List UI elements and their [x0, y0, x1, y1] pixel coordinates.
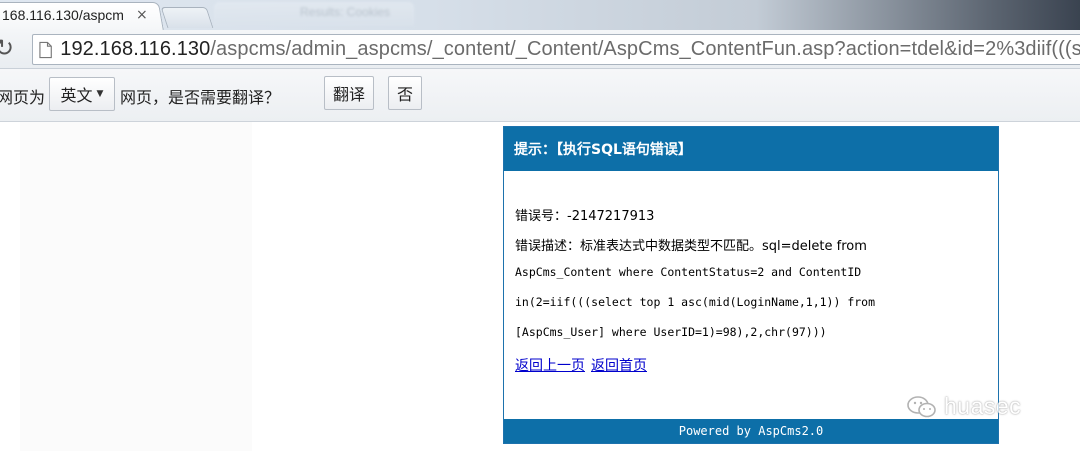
wechat-icon [907, 395, 936, 417]
error-desc-line-3: in(2=iif(((select top 1 asc(mid(LoginNam… [515, 295, 876, 309]
home-link[interactable]: 返回首页 [591, 358, 647, 374]
dropdown-arrow-icon: ▼ [96, 89, 104, 99]
error-desc-line-1: 错误描述：标准表达式中数据类型不匹配。sql=delete from [515, 239, 867, 254]
language-value: 英文 [60, 86, 93, 105]
browser-toolbar: ↻ 192.168.116.130/aspcms/admin_aspcms/_c… [0, 30, 1080, 69]
url-path: /aspcms/admin_aspcms/_content/_Content/A… [210, 38, 1080, 60]
url-text[interactable]: 192.168.116.130/aspcms/admin_aspcms/_con… [60, 38, 1080, 61]
error-number: 错误号：-2147217913 [515, 209, 655, 224]
translate-infobar: 网页为 英文 ▼ 网页，是否需要翻译？ 翻译 否 [0, 69, 1080, 122]
error-links: 返回上一页 返回首页 [515, 355, 653, 375]
url-host: 192.168.116.130 [60, 38, 211, 60]
translate-button[interactable]: 翻译 [324, 76, 374, 110]
tab-strip: Results: Cookies 168.116.130/aspcm × [0, 0, 1080, 31]
no-translate-button[interactable]: 否 [388, 76, 422, 110]
error-desc-line-2: AspCms_Content where ContentStatus=2 and… [515, 265, 862, 279]
translate-question: 网页，是否需要翻译？ [120, 88, 281, 107]
watermark-text: huasec [944, 393, 1022, 419]
active-tab-title: 168.116.130/aspcm [2, 7, 124, 23]
translate-prefix: 网页为 [0, 88, 46, 107]
close-tab-icon[interactable]: × [136, 8, 148, 22]
back-link[interactable]: 返回上一页 [515, 358, 585, 374]
language-select[interactable]: 英文 ▼ [49, 77, 115, 111]
page-content: 提示：【执行SQL语句错误】 错误号：-2147217913 错误描述：标准表达… [0, 122, 1080, 451]
new-tab-button[interactable] [160, 7, 214, 28]
error-desc-line-4: [AspCms_User] where UserID=1)=98),2,chr(… [515, 325, 827, 339]
active-tab-content: 168.116.130/aspcm × [0, 2, 160, 28]
watermark: huasec [906, 393, 1021, 420]
background-tab-title: Results: Cookies [300, 5, 391, 19]
reload-icon[interactable]: ↻ [0, 34, 14, 62]
background-panel [20, 122, 252, 451]
error-footer: Powered by AspCms2.0 [504, 419, 998, 443]
error-title: 提示：【执行SQL语句错误】 [504, 127, 998, 171]
address-bar[interactable]: 192.168.116.130/aspcms/admin_aspcms/_con… [32, 34, 1080, 65]
page-icon [39, 41, 52, 58]
